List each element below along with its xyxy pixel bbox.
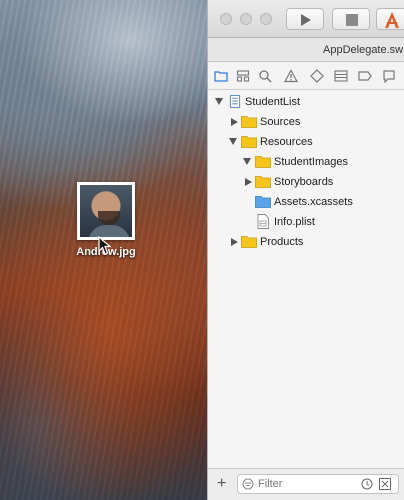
report-navigator-icon[interactable]	[382, 69, 396, 83]
xcode-app-icon	[385, 12, 399, 28]
recent-files-clock-icon[interactable]	[361, 478, 373, 490]
stop-button[interactable]	[332, 8, 370, 30]
breakpoint-navigator-icon[interactable]	[358, 69, 372, 83]
tree-item-studentimages[interactable]: StudentImages	[208, 152, 404, 172]
play-icon	[301, 14, 311, 26]
disclosure-collapsed-icon[interactable]	[245, 178, 252, 186]
navigator-selector-bar	[208, 62, 404, 90]
toolbar	[208, 0, 404, 38]
filter-icon	[242, 478, 254, 490]
tree-item-label: StudentImages	[274, 156, 348, 168]
navigator-filter-bar: +	[208, 468, 404, 500]
scm-status-filter-icon[interactable]	[379, 478, 391, 490]
close-window-button[interactable]	[220, 13, 232, 25]
disclosure-collapsed-icon[interactable]	[231, 238, 238, 246]
tab-appdelegate[interactable]: AppDelegate.sw	[323, 44, 403, 56]
scheme-selector[interactable]	[376, 8, 404, 30]
tree-item-info-plist[interactable]: Info.plist	[208, 212, 404, 232]
tree-item-products[interactable]: Products	[208, 232, 404, 252]
stop-icon	[346, 14, 358, 26]
tree-item-studentlist[interactable]: StudentList	[208, 92, 404, 112]
tree-item-label: Storyboards	[274, 176, 334, 188]
issue-navigator-icon[interactable]	[284, 69, 298, 83]
tree-item-storyboards[interactable]: Storyboards	[208, 172, 404, 192]
pointer-cursor-icon	[98, 236, 112, 255]
project-navigator-icon[interactable]	[214, 69, 228, 83]
editor-tab-bar: AppDelegate.sw	[208, 38, 404, 62]
folder-icon	[241, 136, 257, 148]
xcode-window: AppDelegate.sw StudentList Sources Resou…	[207, 0, 404, 500]
folder-icon	[255, 156, 271, 168]
tree-item-sources[interactable]: Sources	[208, 112, 404, 132]
tree-item-label: Info.plist	[274, 216, 315, 228]
zoom-window-button[interactable]	[260, 13, 272, 25]
disclosure-collapsed-icon[interactable]	[231, 118, 238, 126]
tree-item-label: Sources	[260, 116, 301, 128]
project-icon	[229, 95, 241, 108]
symbol-navigator-icon[interactable]	[236, 69, 250, 83]
tree-item-resources[interactable]: Resources	[208, 132, 404, 152]
folder-icon	[255, 176, 271, 188]
disclosure-expanded-icon[interactable]	[215, 98, 223, 105]
file-thumbnail	[77, 182, 135, 240]
disclosure-expanded-icon[interactable]	[243, 158, 251, 165]
tree-item-label: Resources	[260, 136, 313, 148]
tree-item-assets[interactable]: Assets.xcassets	[208, 192, 404, 212]
disclosure-expanded-icon[interactable]	[229, 138, 237, 145]
tree-item-label: StudentList	[245, 96, 301, 108]
search-icon[interactable]	[258, 69, 272, 83]
filter-input[interactable]	[258, 478, 348, 490]
run-button[interactable]	[286, 8, 324, 30]
debug-navigator-icon[interactable]	[334, 69, 348, 83]
add-icon[interactable]: +	[217, 475, 226, 493]
project-navigator: StudentList Sources Resources StudentIma…	[208, 90, 404, 468]
filter-field[interactable]	[237, 474, 399, 494]
plist-file-icon	[257, 214, 269, 229]
folder-icon	[241, 116, 257, 128]
minimize-window-button[interactable]	[240, 13, 252, 25]
tree-item-label: Assets.xcassets	[274, 196, 353, 208]
tree-item-label: Products	[260, 236, 304, 248]
asset-catalog-icon	[255, 196, 271, 208]
test-navigator-icon[interactable]	[310, 69, 324, 83]
folder-icon	[241, 236, 257, 248]
